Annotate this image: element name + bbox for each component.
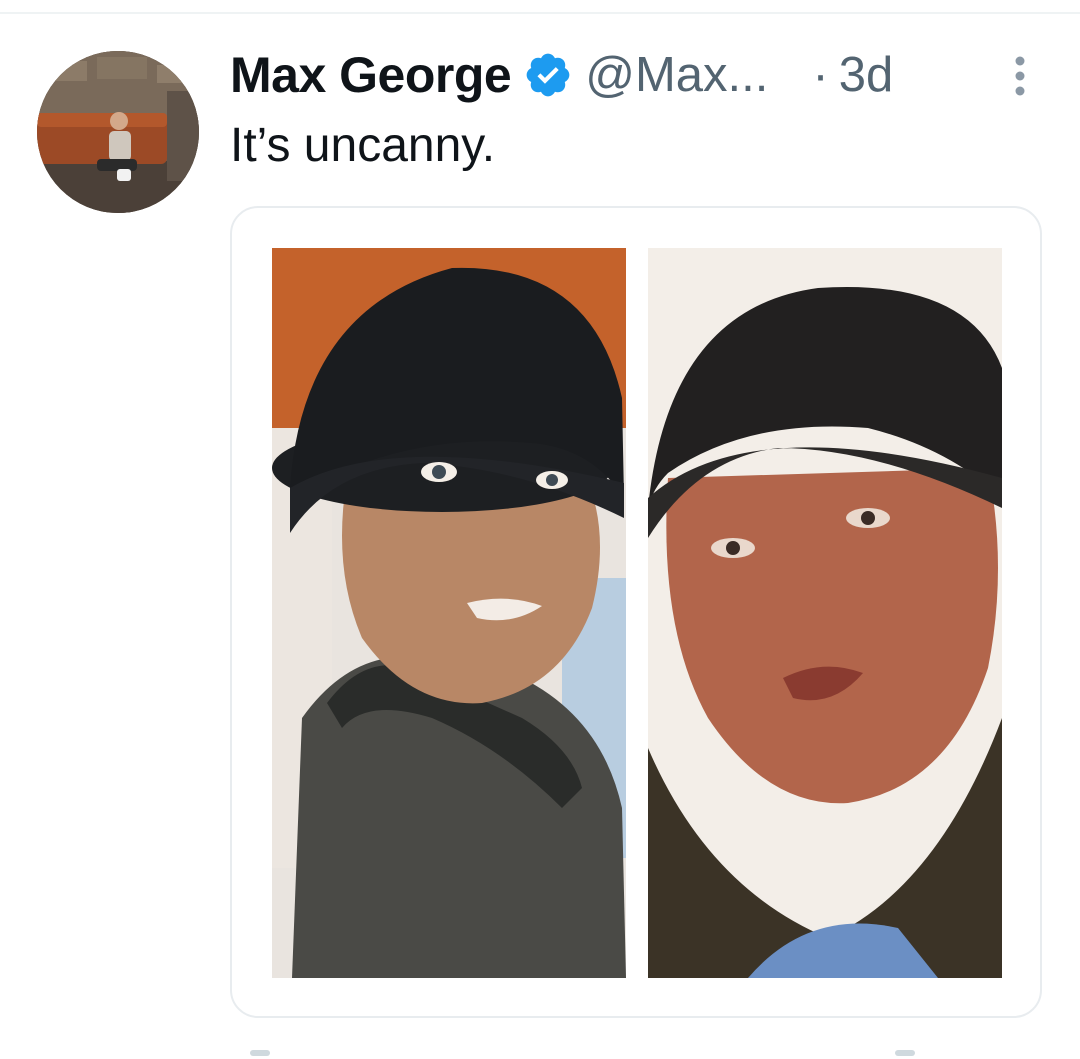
reply-action-peek[interactable] <box>250 1050 270 1056</box>
author-display-name[interactable]: Max George <box>230 46 512 104</box>
like-action-peek[interactable] <box>895 1050 915 1056</box>
media-image-right-picture <box>648 248 1002 978</box>
media-image-left-picture <box>272 248 626 978</box>
timestamp-separator: · <box>812 48 829 102</box>
tweet-text: It’s uncanny. <box>230 119 496 172</box>
media-image-right[interactable] <box>648 248 1002 978</box>
media-image-left[interactable] <box>272 248 626 978</box>
more-options-icon[interactable] <box>1012 55 1028 97</box>
tweet-timestamp[interactable]: 3d <box>839 47 894 103</box>
verified-badge-icon <box>526 53 570 97</box>
tweet-media-card[interactable] <box>230 206 1042 1018</box>
author-handle[interactable]: @Max... <box>585 47 768 103</box>
avatar-image <box>37 51 199 213</box>
author-avatar[interactable] <box>37 51 199 213</box>
tweet-header: Max George @Max... · 3d <box>230 42 1040 108</box>
top-divider <box>0 12 1080 14</box>
